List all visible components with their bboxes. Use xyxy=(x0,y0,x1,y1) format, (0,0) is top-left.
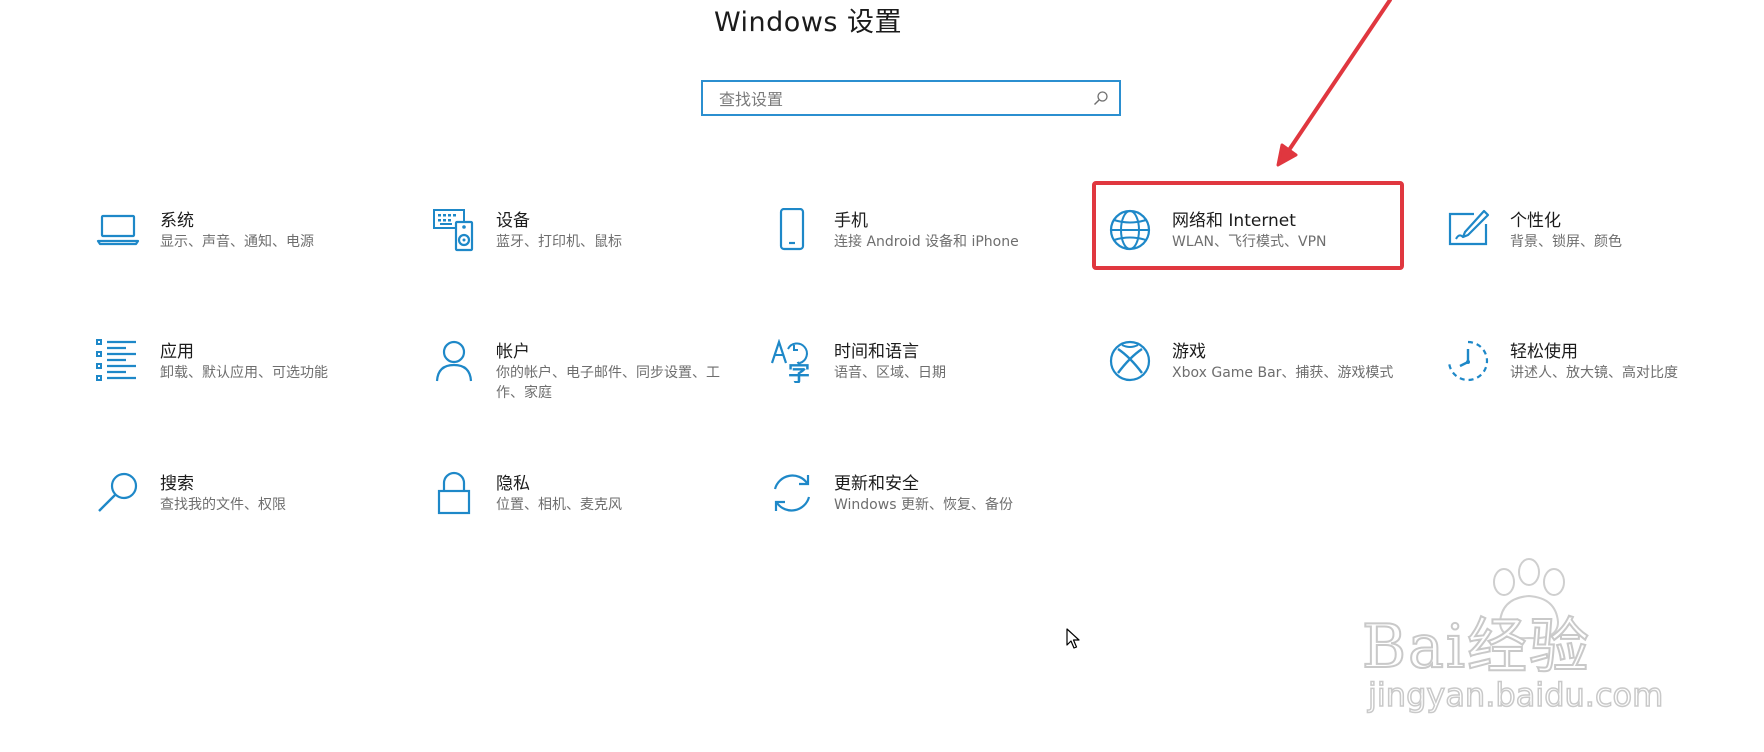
tile-description: 显示、声音、通知、电源 xyxy=(160,234,314,250)
tile-title: 时间和语言 xyxy=(834,342,919,362)
tile-description: 背景、锁屏、颜色 xyxy=(1510,234,1622,250)
tile-title: 游戏 xyxy=(1172,342,1206,362)
tile-title: 搜索 xyxy=(160,474,194,494)
tile-system[interactable]: 系统 显示、声音、通知、电源 xyxy=(96,206,396,286)
ease-of-access-icon xyxy=(1447,340,1489,382)
svg-text:字: 字 xyxy=(788,361,810,383)
tile-description: 语音、区域、日期 xyxy=(834,365,946,381)
page-title: Windows 设置 xyxy=(713,7,903,38)
tile-accounts[interactable]: 帐户 你的帐户、电子邮件、同步设置、工作、家庭 xyxy=(432,337,732,417)
watermark-site: jingyan.baidu.com xyxy=(1367,675,1664,715)
tile-description: 你的帐户、电子邮件、同步设置、工作、家庭 xyxy=(496,365,720,401)
tile-title: 系统 xyxy=(160,211,194,231)
phone-icon xyxy=(779,208,805,251)
search-icon[interactable] xyxy=(1093,90,1109,106)
watermark: Bai经验 jingyan.baidu.com xyxy=(1361,558,1682,720)
tile-description: 卸载、默认应用、可选功能 xyxy=(160,365,328,381)
tile-title: 手机 xyxy=(834,211,868,231)
laptop-icon xyxy=(96,214,140,246)
tile-title: 设备 xyxy=(496,211,530,231)
tile-description: Xbox Game Bar、捕获、游戏模式 xyxy=(1172,365,1394,381)
tile-update-security[interactable]: 更新和安全 Windows 更新、恢复、备份 xyxy=(770,469,1070,549)
mouse-cursor-icon xyxy=(1066,628,1080,649)
tile-title: 应用 xyxy=(160,342,194,362)
tile-personalization[interactable]: 个性化 背景、锁屏、颜色 xyxy=(1446,206,1746,286)
person-icon xyxy=(435,340,473,382)
tile-description: 讲述人、放大镜、高对比度 xyxy=(1510,365,1678,381)
tile-phone[interactable]: 手机 连接 Android 设备和 iPhone xyxy=(770,206,1070,286)
tile-title: 个性化 xyxy=(1510,211,1561,231)
tile-title: 更新和安全 xyxy=(834,474,919,494)
tile-description: 蓝牙、打印机、鼠标 xyxy=(496,234,622,250)
tile-time-language[interactable]: 字 时间和语言 语音、区域、日期 xyxy=(770,337,1070,417)
tile-description: 连接 Android 设备和 iPhone xyxy=(834,234,1019,250)
tile-ease-of-access[interactable]: 轻松使用 讲述人、放大镜、高对比度 xyxy=(1446,337,1746,417)
sync-icon xyxy=(773,474,811,512)
pen-tablet-icon xyxy=(1448,209,1490,246)
search-box[interactable] xyxy=(701,80,1121,116)
tile-search[interactable]: 搜索 查找我的文件、权限 xyxy=(96,469,396,549)
time-language-icon: 字 xyxy=(770,339,810,383)
tile-apps[interactable]: 应用 卸载、默认应用、可选功能 xyxy=(96,337,396,417)
keyboard-speaker-icon xyxy=(433,209,474,252)
tile-title: 轻松使用 xyxy=(1510,342,1578,362)
lock-icon xyxy=(437,471,471,515)
highlight-box xyxy=(1092,181,1404,270)
watermark-brand: Bai经验 xyxy=(1361,611,1592,683)
apps-list-icon xyxy=(96,339,136,381)
tile-privacy[interactable]: 隐私 位置、相机、麦克风 xyxy=(432,469,732,549)
tile-title: 隐私 xyxy=(496,474,530,494)
tile-title: 帐户 xyxy=(496,342,530,362)
xbox-icon xyxy=(1109,340,1151,382)
tile-description: Windows 更新、恢复、备份 xyxy=(834,497,1013,513)
tile-description: 位置、相机、麦克风 xyxy=(496,497,622,513)
magnifier-icon xyxy=(98,472,138,512)
tile-gaming[interactable]: 游戏 Xbox Game Bar、捕获、游戏模式 xyxy=(1108,337,1408,417)
tile-devices[interactable]: 设备 蓝牙、打印机、鼠标 xyxy=(432,206,732,286)
search-input[interactable] xyxy=(717,82,1091,116)
tile-description: 查找我的文件、权限 xyxy=(160,497,286,513)
